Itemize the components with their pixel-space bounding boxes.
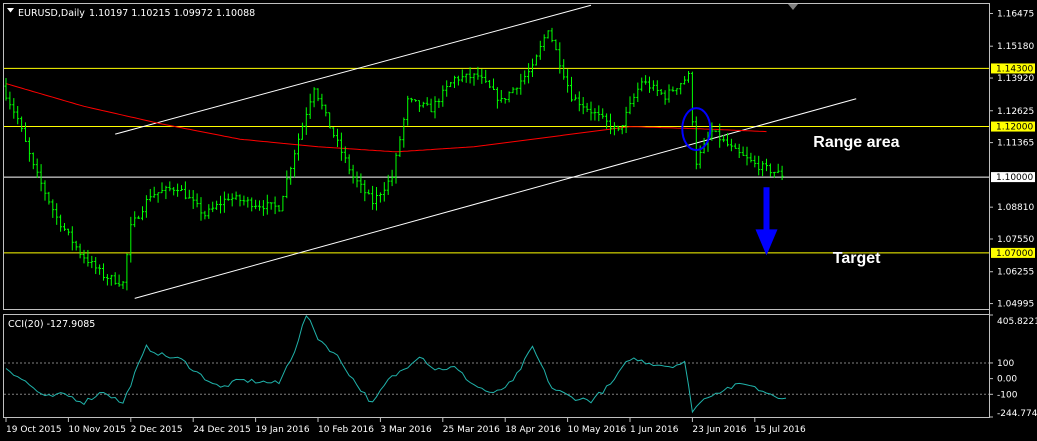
chart-annotation: Range area — [813, 134, 899, 151]
price-level-tag-label: 1.07000 — [996, 249, 1033, 259]
time-axis-label: 25 Mar 2016 — [443, 425, 500, 435]
chart-window: 1.16475 1.15180 1.13920 1.12625 1.11365 1.088… — [0, 0, 1037, 441]
price-axis-label: 1.12625 — [997, 107, 1034, 117]
time-axis-label: 10 May 2016 — [568, 425, 627, 435]
time-axis-label: 10 Feb 2016 — [318, 425, 374, 435]
time-axis-label: 19 Jan 2016 — [256, 425, 310, 435]
time-axis-label: 24 Dec 2015 — [193, 425, 251, 435]
time-axis-label: 10 Nov 2015 — [68, 425, 126, 435]
price-level-tag-label: 1.14300 — [996, 64, 1033, 74]
chart-annotation: Target — [833, 250, 881, 267]
cci-title: CCI(20) -127.9085 — [8, 319, 95, 330]
price-axis-label: 1.06255 — [997, 268, 1034, 278]
price-axis-label: 1.04995 — [997, 300, 1034, 310]
price-axis-label: 1.15180 — [997, 42, 1034, 52]
chart-title: EURUSD,Daily — [18, 8, 85, 19]
cci-axis-label: 100 — [997, 359, 1014, 369]
time-axis-label: 15 Jul 2016 — [755, 425, 806, 435]
time-axis-label: 19 Oct 2015 — [6, 425, 62, 435]
time-axis-label: 1 Jun 2016 — [630, 425, 679, 435]
price-level-tag-label: 1.12000 — [996, 123, 1033, 133]
time-axis-label: 3 Mar 2016 — [380, 425, 432, 435]
price-level-tag-label: 1.10000 — [996, 173, 1033, 183]
time-axis-label: 2 Dec 2015 — [131, 425, 183, 435]
cci-axis-label: 405.8221 — [997, 317, 1037, 327]
time-axis-label: 18 Apr 2016 — [505, 425, 561, 435]
price-axis-label: 1.07550 — [997, 235, 1034, 245]
cci-axis-label: -100 — [997, 390, 1018, 400]
price-axis-label: 1.13920 — [997, 74, 1034, 84]
cci-axis-label: 0.00 — [997, 375, 1017, 385]
ohlc-readout: 1.10197 1.10215 1.09972 1.10088 — [89, 8, 255, 19]
time-axis-label: 23 Jun 2016 — [692, 425, 746, 435]
price-axis-label: 1.16475 — [997, 9, 1034, 19]
price-axis-label: 1.08810 — [997, 203, 1034, 213]
cci-axis-label: -244.7742 — [997, 409, 1037, 419]
price-axis-label: 1.11365 — [997, 139, 1034, 149]
